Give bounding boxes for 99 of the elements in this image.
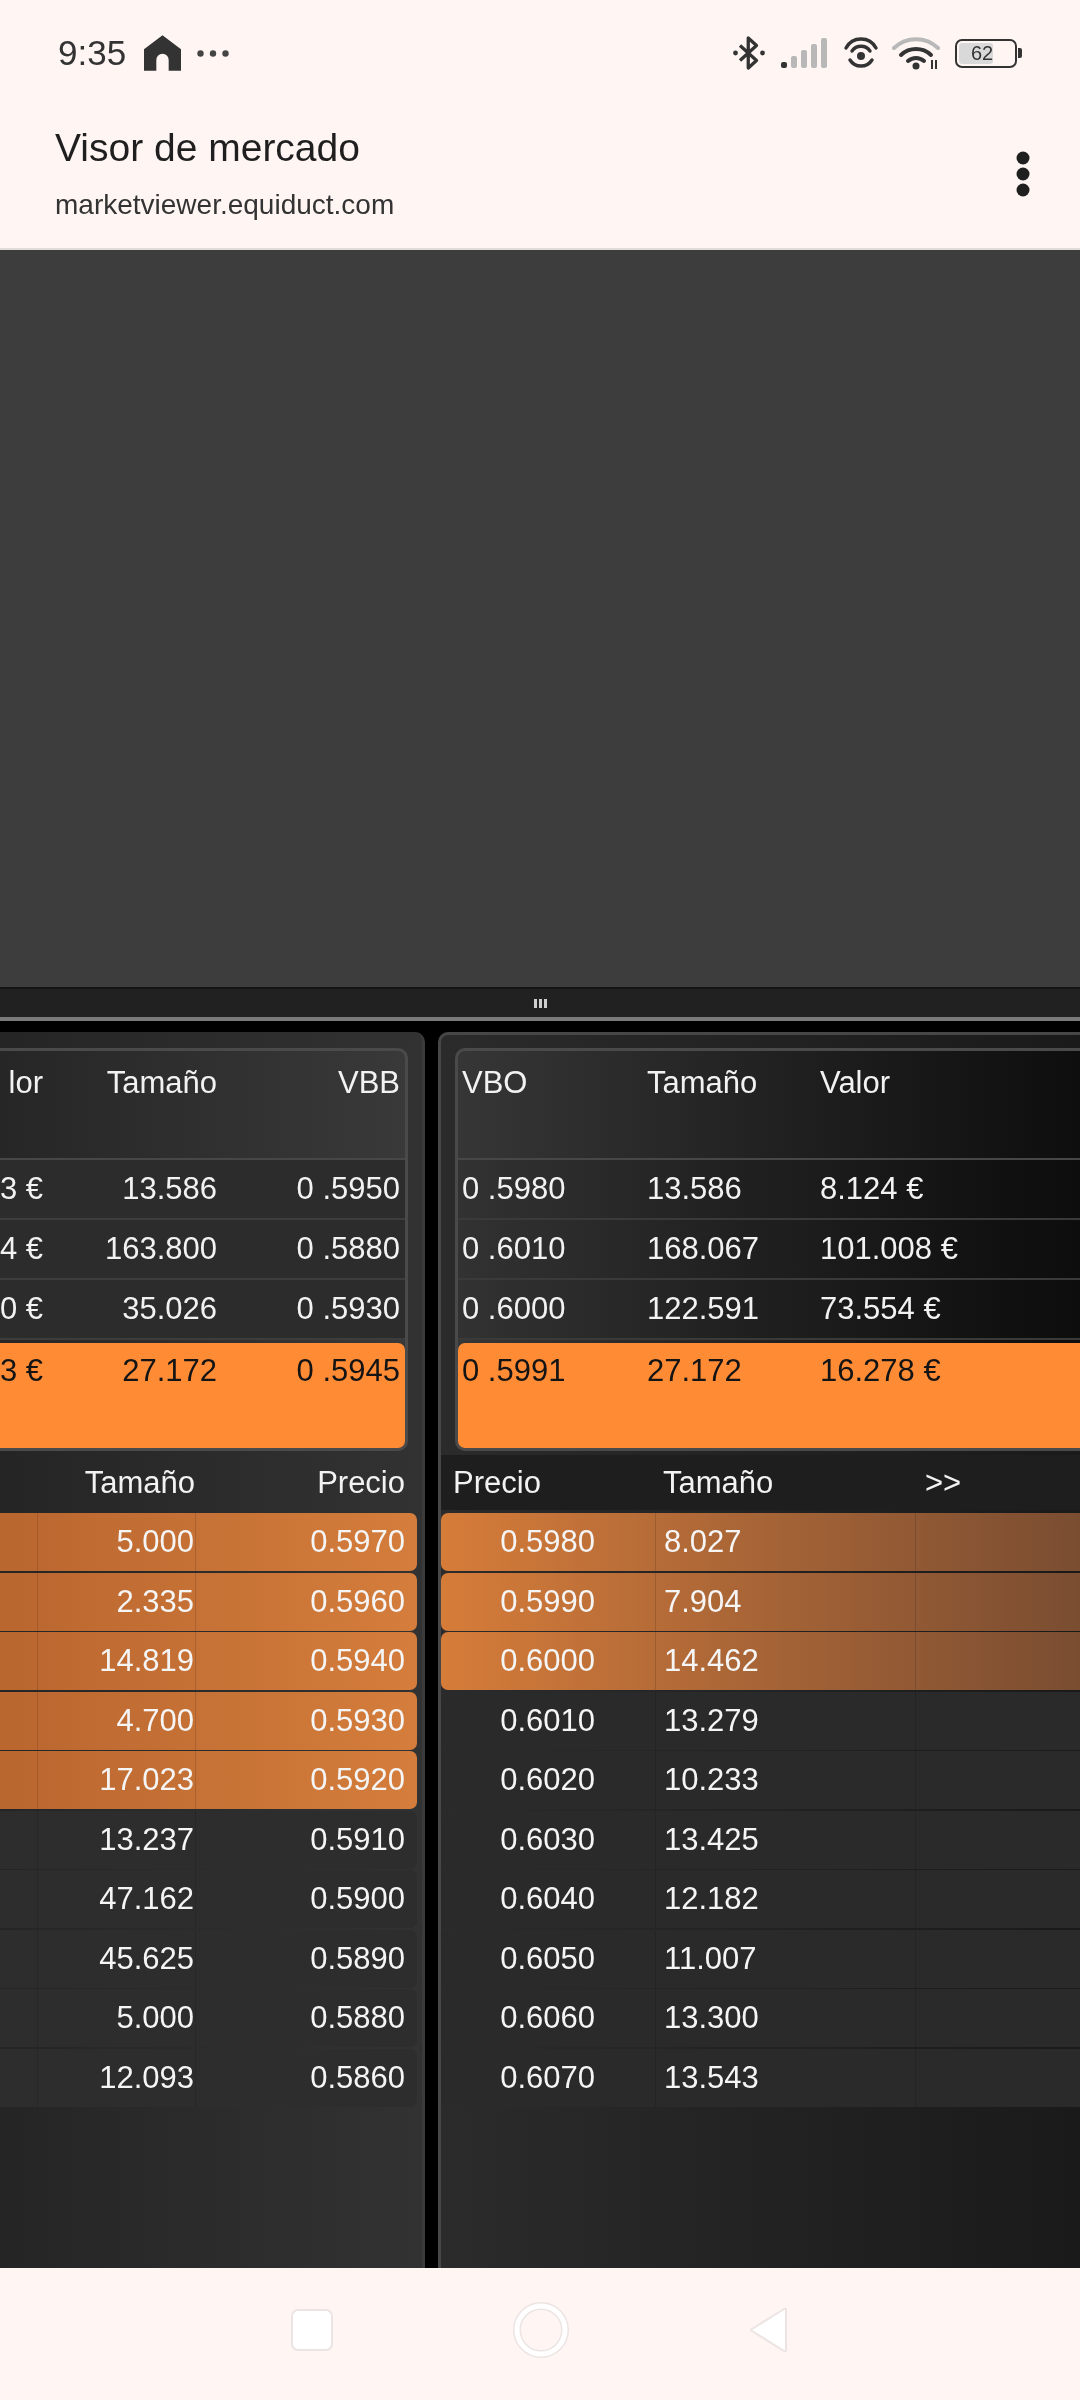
- size-value: 17.023: [99, 1761, 194, 1799]
- price-value: 0.6070: [500, 2058, 595, 2097]
- order-row[interactable]: 47.162 0.5900: [0, 1870, 417, 1928]
- column-heading: Valor: [820, 1064, 891, 1102]
- price-value: 0.5860: [310, 2058, 405, 2097]
- price-value: 0 .5980: [462, 1170, 566, 1208]
- price-value: 0 .5930: [296, 1290, 400, 1328]
- size-value: 13.543: [664, 2058, 759, 2097]
- price-value: 0 .5950: [296, 1170, 400, 1208]
- price-value: 0 .5991: [462, 1352, 566, 1390]
- price-value: 0.6040: [500, 1880, 595, 1918]
- size-value: 168.067: [647, 1230, 760, 1268]
- size-value: 35.026: [122, 1290, 217, 1328]
- size-value: 13.425: [664, 1820, 759, 1859]
- size-value: 12.182: [664, 1880, 759, 1918]
- size-value: 5.000: [116, 1523, 194, 1561]
- order-row[interactable]: 0.6000 14.462: [441, 1632, 1080, 1690]
- column-heading: Tamaño: [647, 1064, 758, 1102]
- size-value: 8.027: [664, 1523, 742, 1561]
- amount-value: 8.124 €: [820, 1170, 924, 1208]
- size-value: 27.172: [647, 1352, 742, 1390]
- column-heading: Tamaño: [106, 1064, 217, 1102]
- amount-value: 3 €: [0, 1352, 43, 1390]
- order-row[interactable]: 0.5980 8.027: [441, 1513, 1080, 1571]
- amount-value: 16.278 €: [820, 1352, 941, 1390]
- price-value: 0.6050: [500, 1939, 595, 1978]
- signal-icon: [781, 38, 829, 68]
- size-value: 122.591: [647, 1290, 760, 1328]
- size-value: 4.700: [116, 1701, 194, 1740]
- price-value: 0.5900: [310, 1880, 405, 1918]
- price-value: 0 .5945: [296, 1352, 400, 1390]
- size-value: 11.007: [664, 1939, 757, 1978]
- bluetooth-icon: [731, 35, 767, 71]
- price-value: 0.6000: [500, 1642, 595, 1680]
- amount-value: 0 €: [0, 1290, 43, 1328]
- more-dots-icon: [197, 49, 230, 57]
- column-heading: Precio: [317, 1463, 405, 1502]
- hotspot-icon: [843, 36, 879, 70]
- price-value: 0 .5880: [296, 1230, 400, 1268]
- back-icon[interactable]: [749, 2307, 789, 2353]
- size-value: 27.172: [122, 1352, 217, 1390]
- price-value: 0.6030: [500, 1820, 595, 1859]
- wifi-icon: [892, 36, 940, 70]
- column-heading: >>: [925, 1463, 962, 1502]
- size-value: 45.625: [99, 1939, 194, 1978]
- size-value: 10.233: [664, 1761, 759, 1799]
- home-icon[interactable]: [513, 2302, 569, 2358]
- price-value: 0.5970: [310, 1523, 405, 1561]
- size-value: 14.462: [664, 1642, 759, 1680]
- size-value: 5.000: [116, 1999, 194, 2037]
- price-value: 0.5930: [310, 1701, 405, 1740]
- clock-time: 9:35: [58, 33, 127, 73]
- price-value: 0.5980: [500, 1523, 595, 1561]
- size-value: 13.586: [122, 1170, 217, 1208]
- column-heading: Tamaño: [663, 1463, 774, 1502]
- battery-level: 62: [971, 42, 994, 63]
- page-title: Visor de mercado: [55, 125, 361, 171]
- amount-value: 3 €: [0, 1170, 43, 1208]
- size-value: 13.279: [664, 1701, 759, 1740]
- house-icon: [144, 35, 182, 71]
- size-value: 12.093: [99, 2058, 194, 2097]
- amount-value: 73.554 €: [820, 1290, 941, 1328]
- order-row[interactable]: 45.625 0.5890: [0, 1929, 417, 1988]
- price-value: 0.5960: [310, 1582, 405, 1621]
- more-options-icon[interactable]: [1016, 151, 1030, 197]
- price-value: 0.5880: [310, 1999, 405, 2037]
- price-value: 0 .6010: [462, 1230, 566, 1268]
- price-value: 0.5910: [310, 1820, 405, 1859]
- price-value: 0.6010: [500, 1701, 595, 1740]
- order-row[interactable]: 5.000 0.5880: [0, 1989, 417, 2047]
- column-heading: lor: [8, 1064, 43, 1102]
- price-value: 0.5920: [310, 1761, 405, 1799]
- page-url: marketviewer.equiduct.com: [55, 188, 396, 222]
- price-value: 0.6020: [500, 1761, 595, 1799]
- size-value: 13.237: [99, 1820, 194, 1859]
- order-row[interactable]: 0.5990 7.904: [441, 1572, 1080, 1631]
- size-value: 47.162: [99, 1880, 194, 1918]
- splitter-bar[interactable]: [0, 987, 1080, 1017]
- column-heading: VBB: [337, 1064, 400, 1102]
- recents-icon[interactable]: [291, 2309, 333, 2351]
- column-heading: Tamaño: [84, 1463, 195, 1502]
- order-row[interactable]: 13.237 0.5910: [0, 1810, 417, 1869]
- order-row[interactable]: 12.093 0.5860: [0, 2048, 417, 2107]
- size-value: 13.586: [647, 1170, 742, 1208]
- size-value: 13.300: [664, 1999, 759, 2037]
- size-value: 163.800: [104, 1230, 217, 1268]
- price-value: 0.5990: [500, 1582, 595, 1621]
- size-value: 7.904: [664, 1582, 742, 1621]
- amount-value: 101.008 €: [820, 1230, 958, 1268]
- size-value: 2.335: [116, 1582, 194, 1621]
- price-value: 0 .6000: [462, 1290, 566, 1328]
- price-value: 0.6060: [500, 1999, 595, 2037]
- price-value: 0.5940: [310, 1642, 405, 1680]
- column-heading: Precio: [453, 1463, 541, 1502]
- price-value: 0.5890: [310, 1939, 405, 1978]
- column-heading: VBO: [462, 1064, 528, 1102]
- grip-icon: [533, 998, 547, 1008]
- size-value: 14.819: [99, 1642, 194, 1680]
- amount-value: 4 €: [0, 1230, 43, 1268]
